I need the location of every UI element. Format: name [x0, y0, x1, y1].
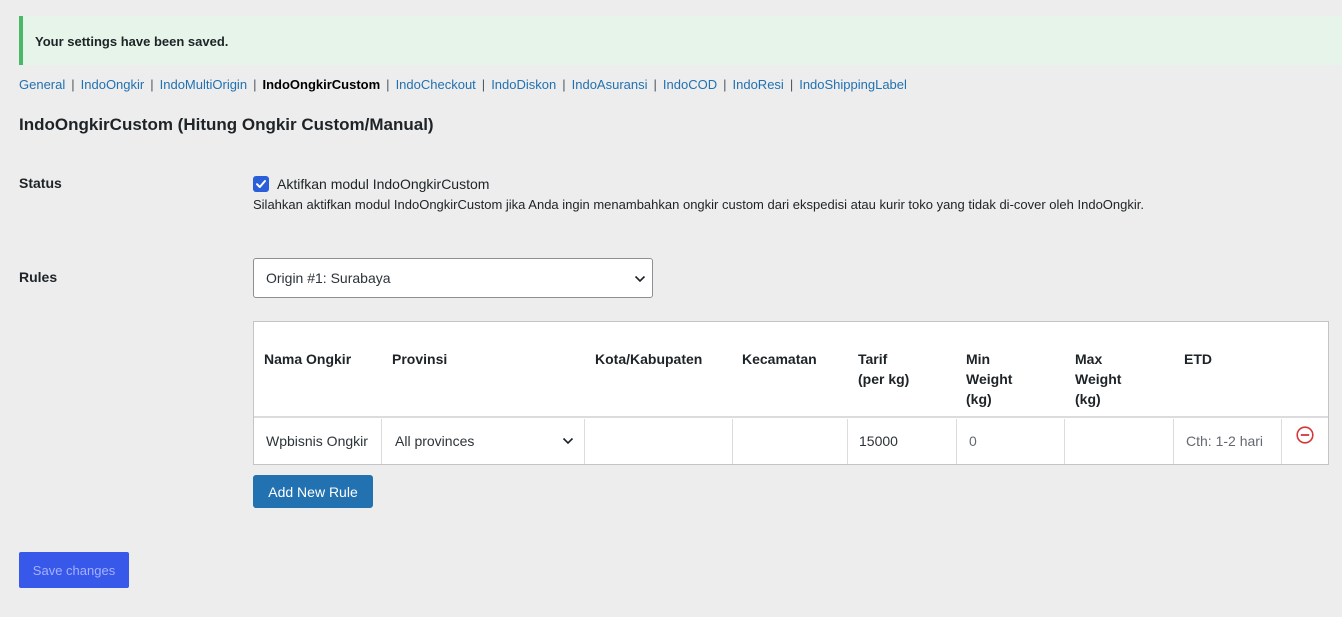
chevron-down-icon — [634, 275, 646, 283]
subnav-indoresi[interactable]: IndoResi — [733, 77, 784, 92]
subnav-indomultiorigin[interactable]: IndoMultiOrigin — [160, 77, 247, 92]
max-weight-input[interactable] — [1065, 419, 1174, 464]
remove-circle-icon[interactable] — [1296, 426, 1314, 444]
subnav-indoongkircustom[interactable]: IndoOngkirCustom — [262, 77, 380, 92]
chevron-down-icon — [562, 437, 574, 445]
subnav-separator: | — [253, 77, 257, 92]
provinsi-select[interactable]: All provinces — [382, 419, 585, 464]
save-changes-button[interactable]: Save changes — [19, 552, 129, 588]
add-new-rule-button[interactable]: Add New Rule — [253, 475, 373, 508]
subnav-separator: | — [386, 77, 390, 92]
origin-select[interactable]: Origin #1: Surabaya — [253, 258, 653, 298]
module-subnav: General | IndoOngkir | IndoMultiOrigin | IndoO… — [19, 77, 907, 92]
header-etd: ETD — [1184, 351, 1212, 367]
rules-table: Nama Ongkir Provinsi Kota/Kabupaten Keca… — [253, 321, 1329, 465]
settings-saved-notice: Your settings have been saved. — [19, 16, 1342, 65]
subnav-indocheckout[interactable]: IndoCheckout — [396, 77, 476, 92]
page-title: IndoOngkirCustom (Hitung Ongkir Custom/M… — [19, 115, 434, 134]
header-max-weight: Max Weight (kg) — [1075, 351, 1122, 407]
notice-text: Your settings have been saved. — [35, 34, 229, 49]
enable-module-label[interactable]: Aktifkan modul IndoOngkirCustom — [277, 176, 489, 192]
subnav-indoongkir[interactable]: IndoOngkir — [81, 77, 145, 92]
min-weight-input[interactable]: 0 — [957, 419, 1065, 464]
header-kecamatan: Kecamatan — [742, 351, 817, 367]
status-label: Status — [19, 175, 62, 191]
subnav-separator: | — [723, 77, 727, 92]
subnav-separator: | — [789, 77, 794, 92]
header-provinsi: Provinsi — [392, 351, 448, 367]
subnav-separator: | — [481, 77, 486, 92]
subnav-separator: | — [71, 77, 75, 92]
subnav-separator: | — [653, 77, 657, 92]
table-header-divider — [254, 416, 1328, 418]
subnav-separator: | — [150, 77, 154, 92]
tarif-input[interactable]: 15000 — [848, 419, 957, 464]
subnav-indodiskon[interactable]: IndoDiskon — [491, 77, 556, 92]
subnav-indocod[interactable]: IndoCOD — [663, 77, 717, 92]
header-tarif: Tarif (per kg) — [858, 351, 910, 387]
subnav-general[interactable]: General — [19, 77, 65, 92]
header-nama-ongkir: Nama Ongkir — [264, 351, 352, 367]
checkmark-icon — [256, 180, 266, 188]
status-description: Silahkan aktifkan modul IndoOngkirCustom… — [253, 197, 1144, 212]
subnav-indoshippinglabel[interactable]: IndoShippingLabel — [799, 77, 907, 92]
etd-input[interactable]: Cth: 1-2 hari — [1174, 419, 1282, 464]
nama-ongkir-input[interactable]: Wpbisnis Ongkir — [254, 419, 382, 464]
subnav-indoasuransi[interactable]: IndoAsuransi — [572, 77, 648, 92]
rules-label: Rules — [19, 269, 58, 285]
origin-select-value: Origin #1: Surabaya — [266, 270, 391, 286]
kecamatan-input[interactable] — [733, 419, 848, 464]
enable-module-checkbox[interactable] — [253, 176, 269, 192]
header-min-weight: Min Weight (kg) — [966, 351, 1013, 407]
subnav-separator: | — [562, 77, 566, 92]
kota-kabupaten-input[interactable] — [585, 419, 733, 464]
header-kota-kabupaten: Kota/Kabupaten — [595, 351, 703, 367]
